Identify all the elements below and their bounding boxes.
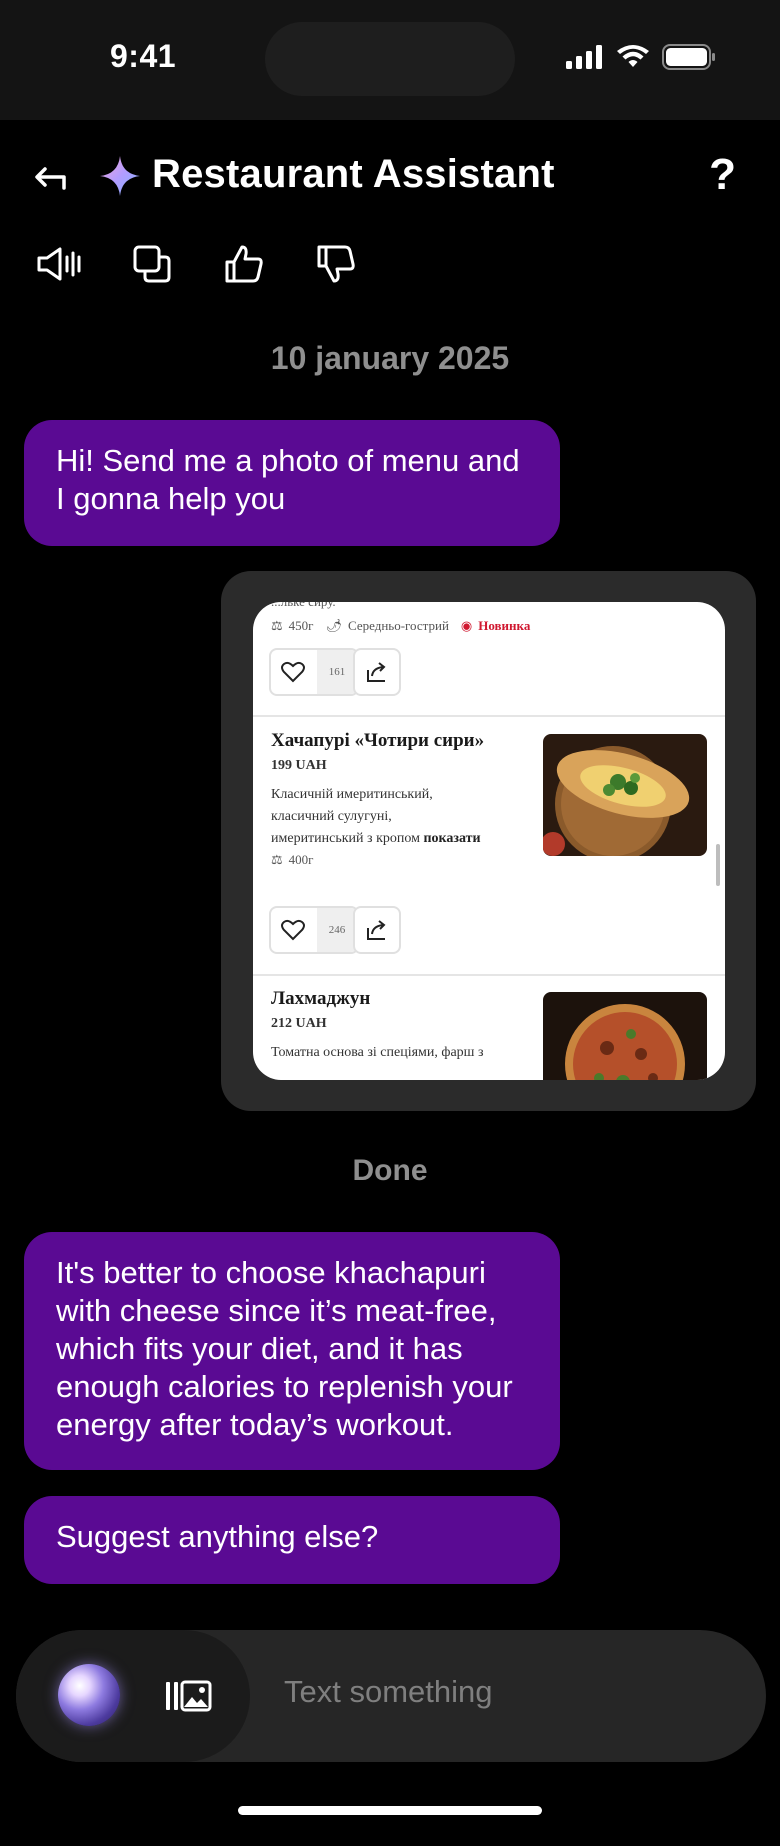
- speaker-button[interactable]: [36, 242, 84, 286]
- menu-item-weight: 400г: [288, 852, 314, 867]
- thumbs-down-icon: [317, 245, 355, 283]
- signal-icon: [566, 45, 602, 69]
- composer-tools: [16, 1630, 250, 1762]
- dish-description: Томатна основа зі спеціями, фарш з: [271, 1045, 484, 1060]
- like-count: 161: [317, 650, 357, 694]
- battery-icon: [662, 44, 715, 70]
- menu-item-meta: ⚖ 450г 🌶 Середньо-гострий ◉ Новинка: [271, 618, 711, 634]
- sparkle-icon: [100, 156, 140, 196]
- dish-price: 199 UAH: [271, 758, 327, 773]
- copy-button[interactable]: [128, 242, 176, 286]
- wifi-icon: [617, 45, 649, 67]
- chat-date: 10 january 2025: [270, 340, 510, 376]
- voice-assistant-orb[interactable]: [58, 1664, 120, 1726]
- like-count: 246: [317, 908, 357, 952]
- menu-photo-message[interactable]: ...льке сиру. ⚖ 450г 🌶 Середньо-гострий …: [221, 571, 756, 1111]
- help-button[interactable]: ?: [709, 150, 736, 200]
- dish-name: Лахмаджун: [271, 988, 371, 1009]
- message-actions: [36, 242, 360, 286]
- assistant-message: Hi! Send me a photo of menu and I gonna …: [24, 420, 560, 546]
- scale-icon: ⚖: [271, 618, 283, 633]
- show-more-link: показати: [423, 831, 481, 846]
- heart-icon: [281, 919, 305, 941]
- thumbs-down-button[interactable]: [312, 242, 360, 286]
- new-icon: ◉: [460, 618, 473, 633]
- menu-photo: ...льке сиру. ⚖ 450г 🌶 Середньо-гострий …: [253, 602, 725, 1080]
- back-arrow-icon[interactable]: [30, 158, 70, 198]
- menu-item-spicy: Середньо-гострий: [348, 618, 449, 633]
- lahmajun-photo: [543, 992, 707, 1080]
- status-time: 9:41: [110, 38, 177, 74]
- copy-icon: [133, 245, 171, 283]
- thumbs-up-button[interactable]: [220, 242, 268, 286]
- menu-cut-text: ...льке сиру.: [271, 602, 725, 610]
- gallery-icon[interactable]: [164, 1676, 212, 1716]
- status-icons: [566, 44, 716, 70]
- dish-desc-line-text: имеритинський з кропом: [271, 831, 420, 846]
- menu-divider: [253, 974, 725, 976]
- khachapuri-photo: [543, 734, 707, 856]
- assistant-message: Suggest anything else?: [24, 1496, 560, 1584]
- dish-description: Класичній имеритинський, класичний сулуг…: [271, 784, 541, 850]
- speaker-icon: [37, 247, 81, 281]
- status-bar: 9:41: [0, 0, 780, 120]
- like-button: 246: [269, 906, 359, 954]
- thumbs-up-icon: [225, 245, 263, 283]
- share-button: [353, 648, 401, 696]
- message-composer: Text something: [16, 1630, 766, 1762]
- dynamic-island: [265, 22, 515, 96]
- share-button: [353, 906, 401, 954]
- dish-desc-line: имеритинський з кропом показати: [271, 828, 541, 850]
- message-input[interactable]: Text something: [284, 1674, 493, 1710]
- dish-desc-line: Класичній имеритинський,: [271, 787, 433, 802]
- dish-price: 212 UAH: [271, 1016, 327, 1031]
- home-indicator: [238, 1806, 542, 1815]
- page-title: Restaurant Assistant: [152, 152, 555, 196]
- menu-divider: [253, 715, 725, 717]
- share-icon: [367, 662, 386, 682]
- share-icon: [367, 920, 386, 940]
- dish-desc-line: класичний сулугуні,: [271, 809, 392, 824]
- pepper-icon: 🌶: [325, 618, 343, 633]
- dish-name: Хачапурі «Чотири сири»: [271, 730, 485, 751]
- menu-scrollbar: [716, 844, 720, 886]
- scale-icon: ⚖: [271, 852, 283, 867]
- like-button: 161: [269, 648, 359, 696]
- menu-item-meta: ⚖ 400г: [271, 852, 471, 868]
- status-done: Done: [352, 1154, 428, 1187]
- heart-icon: [281, 661, 305, 683]
- menu-item-weight: 450г: [288, 618, 314, 633]
- assistant-message: It's better to choose khachapuri with ch…: [24, 1232, 560, 1470]
- menu-item-new-badge: Новинка: [478, 618, 531, 633]
